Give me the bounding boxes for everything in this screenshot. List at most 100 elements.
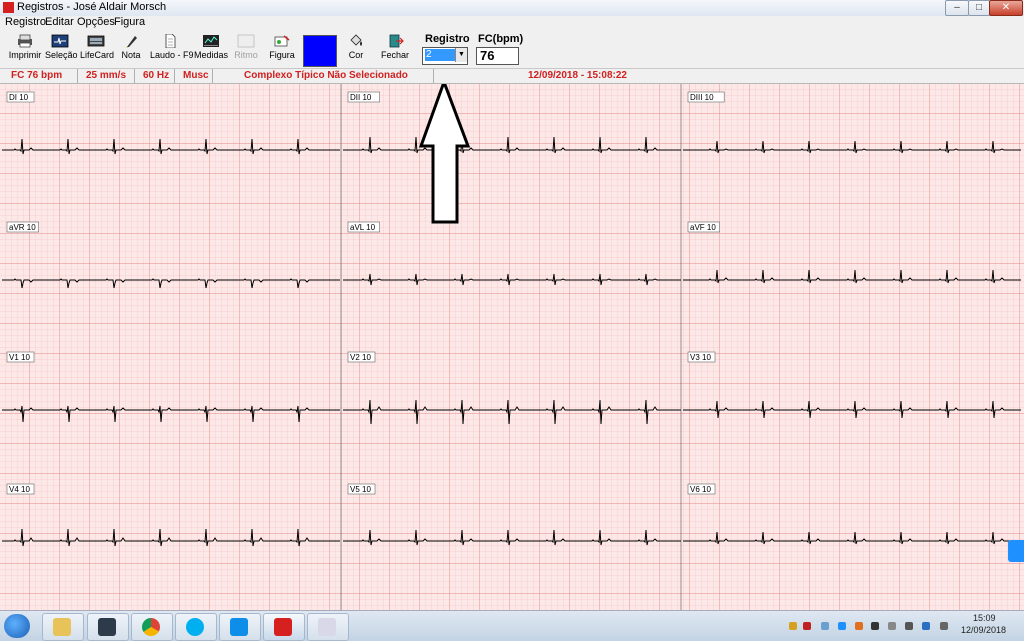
chevron-down-icon[interactable]: ▼ (455, 48, 467, 62)
svg-text:DIII 10: DIII 10 (690, 93, 714, 102)
lead-label-diii: DIII 10 (687, 91, 725, 103)
ecg-app-icon (274, 618, 292, 636)
status-filter: Musc (183, 70, 209, 81)
report-button[interactable]: Laudo - F9 (150, 34, 194, 66)
lead-label-avr: aVR 10 (6, 221, 39, 233)
print-button[interactable]: Imprimir (8, 34, 42, 66)
network-icon[interactable] (905, 622, 913, 630)
ecg-grid (0, 84, 1024, 610)
lead-label-di: DI 10 (6, 91, 35, 103)
taskbar-app-ecg[interactable] (263, 613, 305, 641)
taskbar-app-skype[interactable] (175, 613, 217, 641)
paint-icon (318, 618, 336, 636)
lead-label-v4: V4 10 (6, 483, 35, 495)
clock-date[interactable]: 12/09/2018 (961, 625, 1006, 635)
start-button[interactable] (4, 614, 30, 638)
close-record-button[interactable]: Fechar (380, 34, 410, 66)
tray-icon[interactable] (855, 622, 863, 630)
rhythm-label: Ritmo (234, 50, 258, 60)
close-button[interactable]: ✕ (989, 0, 1023, 16)
ecg-svg: DI 10 DII 10 DIII 10 aVR 10 aVL 10 aVF 10 V1 1… (0, 84, 1024, 610)
measurements-button[interactable]: Medidas (194, 34, 228, 66)
status-separator (77, 69, 78, 83)
note-label: Nota (121, 50, 141, 60)
svg-text:V2 10: V2 10 (350, 353, 371, 362)
status-separator (433, 69, 434, 83)
svg-text:V6 10: V6 10 (690, 485, 711, 494)
registro-value: 2 (425, 49, 455, 61)
status-frequency: 60 Hz (143, 70, 170, 81)
svg-text:aVF 10: aVF 10 (690, 223, 716, 232)
chevron-up-icon[interactable] (888, 622, 896, 630)
ecg-chart-area[interactable]: DI 10 DII 10 DIII 10 aVR 10 aVL 10 aVF 10 V1 1… (0, 84, 1024, 610)
lead-label-v3: V3 10 (687, 351, 716, 363)
svg-text:DII 10: DII 10 (350, 93, 372, 102)
fc-value-field: 76 (476, 47, 519, 65)
lead-label-v6: V6 10 (687, 483, 716, 495)
taskbar-app-explorer[interactable] (42, 613, 84, 641)
teamviewer-icon (230, 618, 248, 636)
print-label: Imprimir (8, 50, 42, 60)
svg-text:V1 10: V1 10 (9, 353, 30, 362)
teamviewer-side-icon[interactable] (1008, 540, 1024, 562)
clock-time[interactable]: 15:09 (973, 613, 996, 623)
status-datetime: 12/09/2018 - 15:08:22 (528, 70, 627, 81)
tray-icon[interactable] (803, 622, 811, 630)
rhythm-button[interactable]: Ritmo (233, 34, 259, 66)
lifecard-button[interactable]: LifeCard (80, 34, 114, 66)
selection-label: Seleção (45, 50, 78, 60)
taskbar-app-chrome[interactable] (131, 613, 173, 641)
volume-icon[interactable] (940, 622, 948, 630)
measurements-icon (203, 35, 219, 47)
status-complex: Complexo Típico Não Selecionado (244, 70, 408, 81)
title-bar: Registros - José Aldair Morsch – □ ✕ (0, 0, 1024, 17)
chrome-icon (142, 618, 160, 636)
status-heart-rate: FC 76 bpm (11, 70, 63, 81)
taskbar-app-teamviewer[interactable] (219, 613, 261, 641)
svg-text:aVL 10: aVL 10 (350, 223, 376, 232)
lead-label-v5: V5 10 (347, 483, 376, 495)
measurements-label: Medidas (194, 50, 229, 60)
language-icon[interactable] (922, 622, 930, 630)
status-speed: 25 mm/s (86, 70, 127, 81)
lead-label-v1: V1 10 (6, 351, 35, 363)
color-button[interactable]: Cor (344, 34, 368, 66)
figure-icon (274, 35, 290, 47)
menu-editar[interactable]: Editar (45, 16, 74, 28)
menu-registro[interactable]: Registro (5, 16, 46, 28)
tray-icon[interactable] (789, 622, 797, 630)
svg-text:DI 10: DI 10 (9, 93, 29, 102)
figure-button[interactable]: Figura (268, 34, 296, 66)
printer-icon (18, 34, 32, 48)
menu-opcoes[interactable]: Opções (77, 16, 115, 28)
document-icon (165, 34, 176, 48)
registro-select[interactable]: 2 ▼ (422, 47, 468, 65)
tray-icon[interactable] (871, 622, 879, 630)
lead-label-v2: V2 10 (347, 351, 376, 363)
rhythm-icon (237, 34, 255, 48)
status-separator (174, 69, 175, 83)
minimize-button[interactable]: – (945, 0, 969, 16)
tray-icon[interactable] (821, 622, 829, 630)
color-swatch[interactable] (303, 35, 337, 67)
fc-label: FC(bpm) (478, 33, 524, 45)
taskbar-app-paint[interactable] (307, 613, 349, 641)
registro-label: Registro (425, 33, 470, 45)
svg-text:V5 10: V5 10 (350, 485, 371, 494)
tray-icon[interactable] (838, 622, 846, 630)
status-separator (134, 69, 135, 83)
exit-door-icon (389, 34, 404, 48)
lead-label-avf: aVF 10 (687, 221, 720, 233)
menu-figura[interactable]: Figura (114, 16, 145, 28)
paint-bucket-icon (350, 34, 362, 46)
status-bar: FC 76 bpm 25 mm/s 60 Hz Musc Complexo Tí… (0, 69, 1024, 84)
window-title: Registros - José Aldair Morsch (17, 1, 167, 13)
note-button[interactable]: Nota (118, 34, 144, 66)
close-record-label: Fechar (380, 50, 409, 60)
maximize-button[interactable]: □ (968, 0, 990, 16)
taskbar-app-scanner[interactable] (87, 613, 129, 641)
report-label: Laudo - F9 (150, 50, 194, 60)
selection-button[interactable]: Seleção (45, 34, 78, 66)
status-separator (212, 69, 213, 83)
scanner-icon (98, 618, 116, 636)
